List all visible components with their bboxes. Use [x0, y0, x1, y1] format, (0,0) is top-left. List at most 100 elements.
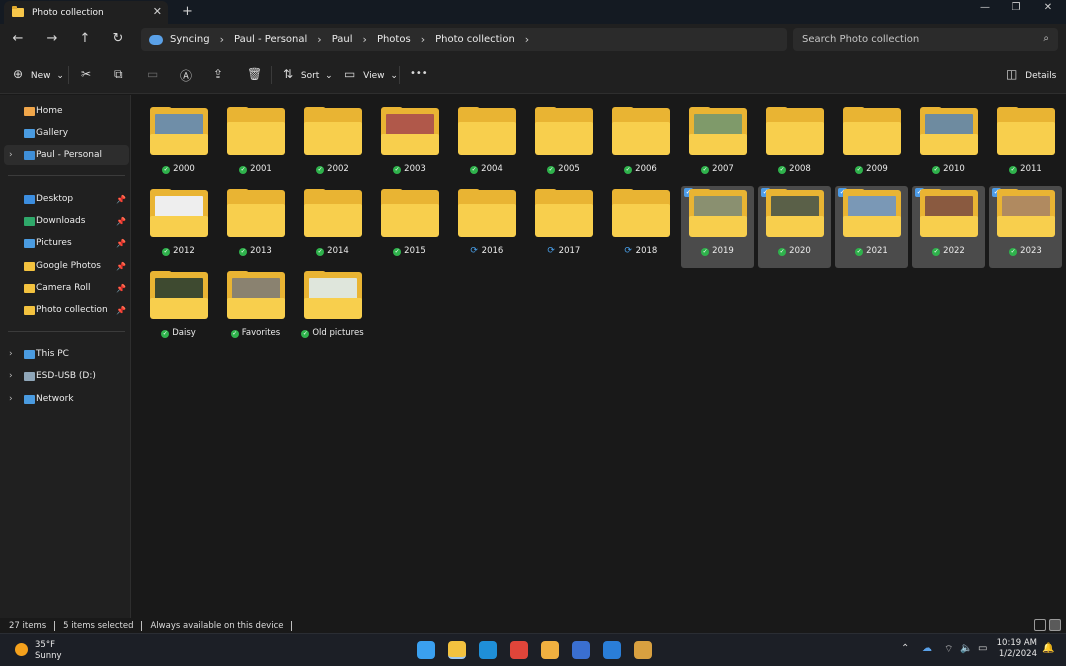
clock[interactable]: 10:19 AM 1/2/2024	[995, 638, 1037, 660]
battery-icon[interactable]: ▭	[978, 643, 987, 654]
copy-button[interactable]: ⧉	[114, 67, 123, 82]
folder-item[interactable]: ✓✓2021	[835, 186, 908, 268]
folder-item[interactable]: ✓ 2006	[604, 104, 677, 186]
chevron-right-icon[interactable]: ›	[9, 150, 13, 160]
chevron-right-icon[interactable]: ›	[9, 371, 13, 381]
folder-item[interactable]: ✓ 2013	[219, 186, 292, 268]
folder-item[interactable]: ✓ 2011	[989, 104, 1062, 186]
back-button[interactable]: ←	[8, 31, 28, 46]
breadcrumb-photos[interactable]: Photos	[377, 34, 411, 45]
onedrive-icon[interactable]: ☁	[922, 643, 932, 654]
folder-item[interactable]: ✓ 2000	[142, 104, 215, 186]
folder-item[interactable]: ✓ Daisy	[142, 268, 215, 350]
close-tab-icon[interactable]: ✕	[153, 5, 162, 18]
chevron-right-icon[interactable]: ›	[317, 33, 321, 46]
remote-app[interactable]	[603, 641, 621, 659]
search-icon[interactable]: ⌕	[1043, 33, 1049, 44]
folder-item[interactable]: ✓ 2005	[527, 104, 600, 186]
wifi-icon[interactable]: ⌔	[944, 643, 953, 656]
forward-button[interactable]: →	[42, 31, 62, 46]
folder-item[interactable]: ✓✓2023	[989, 186, 1062, 268]
large-icons-view-toggle[interactable]	[1049, 619, 1061, 631]
minimize-button[interactable]: —	[970, 2, 1000, 13]
new-tab-button[interactable]: +	[182, 4, 193, 19]
breadcrumb-photo-collection[interactable]: Photo collection	[435, 34, 515, 45]
sidebar-item-photo-collection[interactable]: Photo collection 📌	[4, 300, 129, 320]
paint-app[interactable]	[541, 641, 559, 659]
sidebar-item-esd-usb-d[interactable]: › ESD-USB (D:)	[4, 366, 129, 386]
paste-button[interactable]: ▭	[147, 67, 158, 81]
folder-item[interactable]: ✓✓2020	[758, 186, 831, 268]
folder-item[interactable]: ✓ 2001	[219, 104, 292, 186]
chevron-right-icon[interactable]: ›	[9, 394, 13, 404]
chevron-up-icon[interactable]: ⌃	[901, 643, 909, 654]
start-button[interactable]	[417, 641, 435, 659]
maximize-button[interactable]: ❐	[1001, 2, 1031, 13]
folder-item[interactable]: ✓ 2007	[681, 104, 754, 186]
folder-item[interactable]: ✓ 2002	[296, 104, 369, 186]
address-bar[interactable]: Syncing › Paul - Personal › Paul › Photo…	[141, 28, 787, 51]
folder-item[interactable]: ✓✓2019	[681, 186, 754, 268]
sidebar-item-desktop[interactable]: Desktop 📌	[4, 189, 129, 209]
sidebar-item-camera-roll[interactable]: Camera Roll 📌	[4, 278, 129, 298]
sidebar-item-network[interactable]: › Network	[4, 389, 129, 409]
details-button[interactable]: ◫ Details	[1006, 67, 1056, 81]
view-button[interactable]: ▭ View ⌄	[344, 67, 398, 81]
breadcrumb-paul[interactable]: Paul	[332, 34, 353, 45]
folder-item[interactable]: ✓ 2010	[912, 104, 985, 186]
sidebar-item-google-photos[interactable]: Google Photos 📌	[4, 256, 129, 276]
folder-item[interactable]: ✓ 2008	[758, 104, 831, 186]
folder-item[interactable]: ⟳ 2018	[604, 186, 677, 268]
folder-item[interactable]: ✓ 2003	[373, 104, 446, 186]
outlook-app[interactable]	[572, 641, 590, 659]
details-view-toggle[interactable]	[1034, 619, 1046, 631]
sidebar-item-paul-personal[interactable]: › Paul - Personal	[4, 145, 129, 165]
tab-photo-collection[interactable]: Photo collection ✕	[4, 1, 168, 24]
weather-condition[interactable]: Sunny	[35, 651, 62, 661]
cut-button[interactable]: ✂	[81, 67, 91, 81]
weather-temperature[interactable]: 35°F	[35, 640, 55, 650]
edge-app[interactable]	[479, 641, 497, 659]
rename-button[interactable]: Ⓐ	[180, 67, 192, 84]
sidebar-item-downloads[interactable]: Downloads 📌	[4, 211, 129, 231]
folder-item[interactable]: ✓ Favorites	[219, 268, 292, 350]
chrome-app[interactable]	[510, 641, 528, 659]
folder-item[interactable]: ✓ 2015	[373, 186, 446, 268]
file-explorer-app[interactable]	[448, 641, 466, 659]
breadcrumb-paul-personal[interactable]: Paul - Personal	[234, 34, 307, 45]
folder-item[interactable]: ⟳ 2016	[450, 186, 523, 268]
folder-item[interactable]: ✓✓2022	[912, 186, 985, 268]
folder-item[interactable]: ✓ Old pictures	[296, 268, 369, 350]
sidebar-item-home[interactable]: Home	[4, 101, 129, 121]
share-button[interactable]: ⇪	[213, 67, 223, 81]
folder-item[interactable]: ✓ 2004	[450, 104, 523, 186]
more-options-button[interactable]: •••	[410, 68, 428, 79]
delete-button[interactable]: 🗑	[247, 67, 262, 81]
folder-item[interactable]: ✓ 2014	[296, 186, 369, 268]
folder-item[interactable]: ✓ 2009	[835, 104, 908, 186]
photos-app[interactable]	[634, 641, 652, 659]
breadcrumb-syncing[interactable]: Syncing	[170, 34, 210, 45]
search-input[interactable]	[802, 34, 1027, 45]
chevron-right-icon[interactable]: ›	[421, 33, 425, 46]
folder-label: ✓ 2013	[219, 246, 292, 256]
notification-bell-icon[interactable]: 🔔	[1042, 643, 1054, 654]
sidebar-item-gallery[interactable]: Gallery	[4, 123, 129, 143]
folder-item[interactable]: ✓ 2012	[142, 186, 215, 268]
chevron-right-icon[interactable]: ›	[525, 33, 529, 46]
sidebar-item-pictures[interactable]: Pictures 📌	[4, 233, 129, 253]
sidebar-item-this-pc[interactable]: › This PC	[4, 344, 129, 364]
folder-item[interactable]: ⟳ 2017	[527, 186, 600, 268]
chevron-right-icon[interactable]: ›	[9, 349, 13, 359]
sort-button[interactable]: ⇅ Sort ⌄	[283, 67, 333, 81]
folder-label: ✓ 2010	[912, 164, 985, 174]
close-window-button[interactable]: ✕	[1033, 2, 1063, 13]
sun-icon[interactable]	[15, 643, 28, 656]
chevron-right-icon[interactable]: ›	[220, 33, 224, 46]
chevron-right-icon[interactable]: ›	[363, 33, 367, 46]
up-button[interactable]: ↑	[75, 31, 95, 46]
refresh-button[interactable]: ↻	[108, 31, 128, 46]
volume-icon[interactable]: 🔈	[960, 643, 972, 654]
search-box[interactable]: ⌕	[793, 28, 1058, 51]
new-button[interactable]: ⊕ New ⌄	[13, 67, 64, 81]
